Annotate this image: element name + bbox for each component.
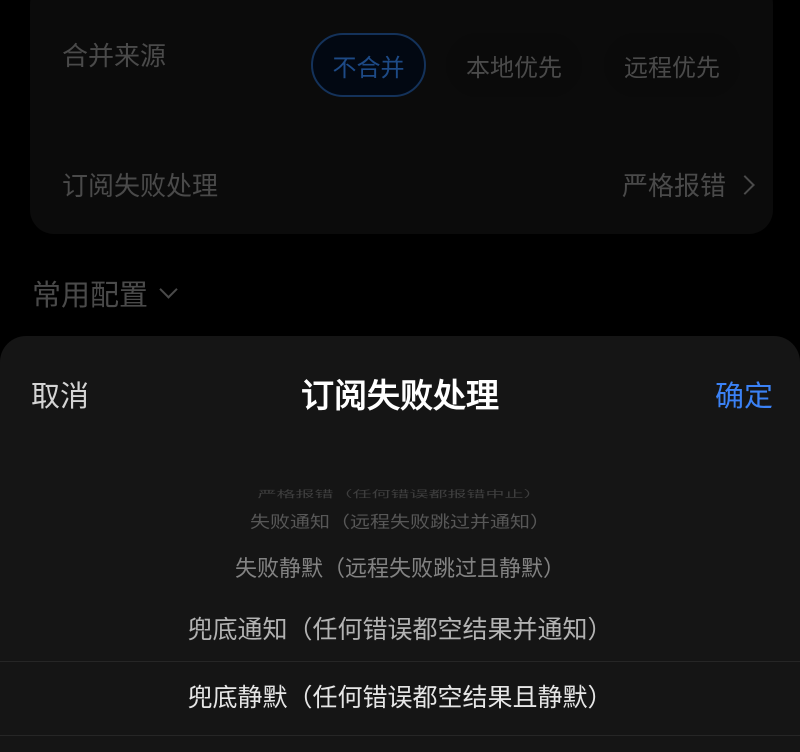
subscription-failure-label: 订阅失败处理	[62, 172, 219, 202]
confirm-button[interactable]: 确定	[715, 373, 773, 415]
merge-option-none[interactable]: 不合并	[311, 33, 426, 97]
picker-option-fallback-notify[interactable]: 兜底通知（任何错误都空结果并通知）	[0, 610, 800, 646]
common-config-header[interactable]: 常用配置	[32, 272, 178, 314]
picker-option-strict-error[interactable]: 严格报错（任何错误都报错中止）	[0, 487, 800, 501]
sheet-title: 订阅失败处理	[301, 376, 499, 415]
chevron-right-icon	[735, 174, 755, 195]
merge-source-label: 合并来源	[62, 42, 167, 72]
common-config-label: 常用配置	[32, 278, 149, 312]
settings-page: 合并来源 不合并 本地优先 远程优先 订阅失败处理 严格报错 常用配置 取消 订…	[0, 0, 800, 752]
merge-option-remote-first[interactable]: 远程优先	[604, 33, 740, 97]
merge-option-local-first[interactable]: 本地优先	[446, 33, 582, 97]
picker-option-fail-silent[interactable]: 失败静默（远程失败跳过且静默）	[0, 551, 800, 583]
chevron-down-icon	[159, 279, 178, 299]
subscription-failure-value-text: 严格报错	[621, 172, 726, 202]
bottom-sheet: 取消 订阅失败处理 确定 严格报错（任何错误都报错中止） 失败通知（远程失败跳过…	[0, 336, 800, 752]
option-picker[interactable]: 严格报错（任何错误都报错中止） 失败通知（远程失败跳过并通知） 失败静默（远程失…	[0, 466, 800, 752]
subscription-failure-value[interactable]: 严格报错	[621, 166, 755, 203]
picker-option-fail-notify[interactable]: 失败通知（远程失败跳过并通知）	[0, 509, 800, 533]
picker-option-fallback-silent[interactable]: 兜底静默（任何错误都空结果且静默）	[0, 678, 800, 714]
